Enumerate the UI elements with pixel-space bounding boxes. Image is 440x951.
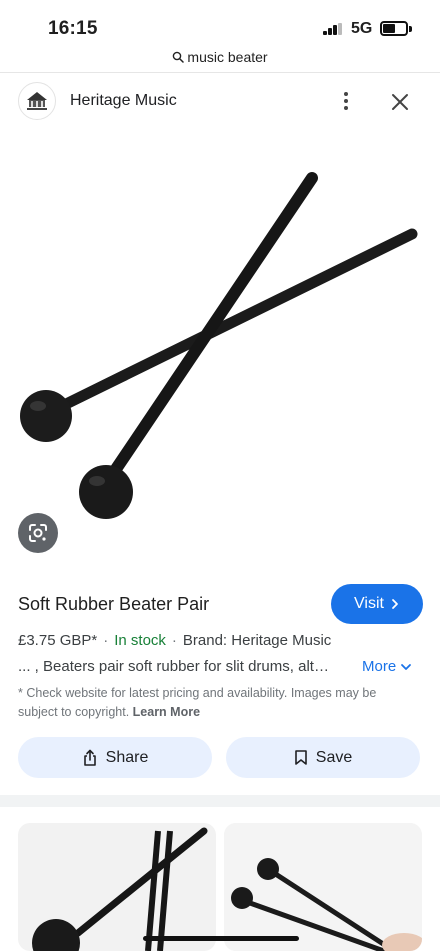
product-title: Soft Rubber Beater Pair: [18, 594, 210, 614]
share-button[interactable]: Share: [18, 737, 212, 778]
site-logo-icon[interactable]: [18, 82, 56, 120]
home-indicator[interactable]: [143, 936, 299, 941]
product-image[interactable]: [0, 130, 440, 570]
visit-button[interactable]: Visit: [331, 584, 423, 624]
network-label: 5G: [351, 20, 373, 37]
more-label: More: [362, 658, 397, 675]
disclaimer: * Check website for latest pricing and a…: [18, 684, 418, 722]
beater-pair-image: [20, 172, 418, 519]
beater-thumbnail-image: [32, 827, 208, 951]
status-time: 16:15: [48, 18, 98, 39]
related-image[interactable]: [18, 823, 216, 951]
search-icon: [173, 51, 185, 63]
more-button[interactable]: More: [362, 658, 412, 675]
address-bar[interactable]: music beater: [0, 46, 440, 68]
save-button[interactable]: Save: [226, 737, 420, 778]
related-image[interactable]: [224, 823, 422, 951]
visit-label: Visit: [354, 595, 384, 612]
share-icon: [83, 749, 96, 766]
save-label: Save: [315, 748, 353, 766]
site-name[interactable]: Heritage Music: [70, 92, 177, 110]
source-header: Heritage Music: [0, 80, 440, 124]
close-icon[interactable]: [386, 88, 414, 116]
battery-icon: [380, 21, 412, 36]
bookmark-icon: [294, 750, 307, 765]
chevron-right-icon: [392, 599, 398, 609]
lens-icon[interactable]: [18, 513, 58, 553]
learn-more-link[interactable]: Learn More: [133, 705, 200, 719]
signal-icon: [323, 23, 343, 35]
search-query: music beater: [187, 49, 268, 65]
share-label: Share: [105, 748, 149, 766]
divider: [0, 72, 440, 73]
product-meta: £3.75 GBP* · In stock · Brand: Heritage Musi…: [18, 632, 332, 649]
product-description: ... , Beaters pair soft rubber for slit …: [18, 658, 329, 675]
price: £3.75 GBP*: [18, 632, 98, 649]
brand: Brand: Heritage Music: [182, 632, 332, 649]
status-bar: 16:15 5G: [0, 0, 440, 46]
stock-status: In stock: [114, 632, 166, 649]
section-divider: [0, 795, 440, 807]
beater-thumbnail-image: [224, 823, 422, 951]
more-vert-icon[interactable]: [332, 86, 360, 116]
chevron-down-icon: [401, 663, 412, 670]
